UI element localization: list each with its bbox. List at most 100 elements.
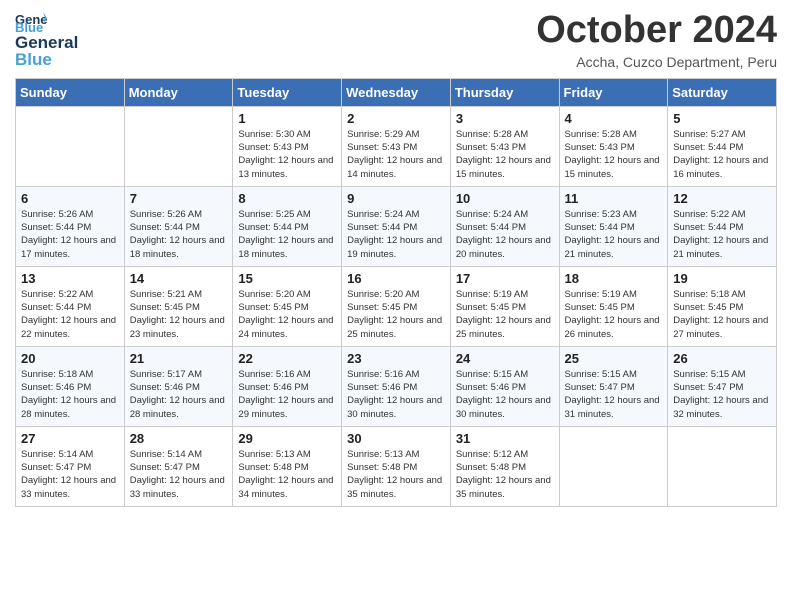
day-info: Sunrise: 5:26 AM Sunset: 5:44 PM Dayligh…: [130, 208, 228, 261]
day-info: Sunrise: 5:18 AM Sunset: 5:45 PM Dayligh…: [673, 288, 771, 341]
weekday-header-wednesday: Wednesday: [342, 78, 451, 106]
calendar-week-row: 1 Sunrise: 5:30 AM Sunset: 5:43 PM Daylig…: [16, 106, 777, 186]
day-info: Sunrise: 5:17 AM Sunset: 5:46 PM Dayligh…: [130, 368, 228, 421]
day-info: Sunrise: 5:13 AM Sunset: 5:48 PM Dayligh…: [238, 448, 336, 501]
day-info: Sunrise: 5:28 AM Sunset: 5:43 PM Dayligh…: [565, 128, 663, 181]
day-number: 7: [130, 191, 228, 206]
calendar-week-row: 13 Sunrise: 5:22 AM Sunset: 5:44 PM Dayli…: [16, 266, 777, 346]
day-info: Sunrise: 5:19 AM Sunset: 5:45 PM Dayligh…: [565, 288, 663, 341]
weekday-header-friday: Friday: [559, 78, 668, 106]
day-info: Sunrise: 5:14 AM Sunset: 5:47 PM Dayligh…: [21, 448, 119, 501]
weekday-header-thursday: Thursday: [450, 78, 559, 106]
day-number: 18: [565, 271, 663, 286]
day-number: 17: [456, 271, 554, 286]
header: General Blue General Blue October 2024 A…: [15, 10, 777, 70]
day-number: 24: [456, 351, 554, 366]
calendar-cell: 13 Sunrise: 5:22 AM Sunset: 5:44 PM Dayli…: [16, 266, 125, 346]
calendar-week-row: 20 Sunrise: 5:18 AM Sunset: 5:46 PM Dayli…: [16, 346, 777, 426]
calendar-cell: 10Sunrise: 5:24 AM Sunset: 5:44 PM Dayli…: [450, 186, 559, 266]
calendar-table: SundayMondayTuesdayWednesdayThursdayFrid…: [15, 78, 777, 507]
day-info: Sunrise: 5:18 AM Sunset: 5:46 PM Dayligh…: [21, 368, 119, 421]
calendar-cell: 12 Sunrise: 5:22 AM Sunset: 5:44 PM Dayli…: [668, 186, 777, 266]
calendar-cell: 22 Sunrise: 5:16 AM Sunset: 5:46 PM Dayli…: [233, 346, 342, 426]
day-number: 12: [673, 191, 771, 206]
day-number: 19: [673, 271, 771, 286]
day-info: Sunrise: 5:15 AM Sunset: 5:46 PM Dayligh…: [456, 368, 554, 421]
day-number: 6: [21, 191, 119, 206]
day-info: Sunrise: 5:22 AM Sunset: 5:44 PM Dayligh…: [673, 208, 771, 261]
day-info: Sunrise: 5:16 AM Sunset: 5:46 PM Dayligh…: [238, 368, 336, 421]
calendar-cell: 27 Sunrise: 5:14 AM Sunset: 5:47 PM Dayli…: [16, 426, 125, 506]
calendar-cell: 2 Sunrise: 5:29 AM Sunset: 5:43 PM Daylig…: [342, 106, 451, 186]
day-info: Sunrise: 5:14 AM Sunset: 5:47 PM Dayligh…: [130, 448, 228, 501]
calendar-cell: 30Sunrise: 5:13 AM Sunset: 5:48 PM Dayli…: [342, 426, 451, 506]
day-number: 26: [673, 351, 771, 366]
calendar-cell: 23 Sunrise: 5:16 AM Sunset: 5:46 PM Dayli…: [342, 346, 451, 426]
day-info: Sunrise: 5:26 AM Sunset: 5:44 PM Dayligh…: [21, 208, 119, 261]
page: General Blue General Blue October 2024 A…: [0, 0, 792, 612]
calendar-cell: 16Sunrise: 5:20 AM Sunset: 5:45 PM Dayli…: [342, 266, 451, 346]
day-number: 31: [456, 431, 554, 446]
calendar-cell: 24 Sunrise: 5:15 AM Sunset: 5:46 PM Dayli…: [450, 346, 559, 426]
day-number: 13: [21, 271, 119, 286]
calendar-cell: 20 Sunrise: 5:18 AM Sunset: 5:46 PM Dayli…: [16, 346, 125, 426]
day-number: 23: [347, 351, 445, 366]
calendar-cell: 3 Sunrise: 5:28 AM Sunset: 5:43 PM Daylig…: [450, 106, 559, 186]
calendar-cell: 21 Sunrise: 5:17 AM Sunset: 5:46 PM Dayli…: [124, 346, 233, 426]
day-info: Sunrise: 5:16 AM Sunset: 5:46 PM Dayligh…: [347, 368, 445, 421]
day-info: Sunrise: 5:22 AM Sunset: 5:44 PM Dayligh…: [21, 288, 119, 341]
day-info: Sunrise: 5:28 AM Sunset: 5:43 PM Dayligh…: [456, 128, 554, 181]
calendar-cell: 31 Sunrise: 5:12 AM Sunset: 5:48 PM Dayli…: [450, 426, 559, 506]
day-number: 16: [347, 271, 445, 286]
day-info: Sunrise: 5:24 AM Sunset: 5:44 PM Dayligh…: [347, 208, 445, 261]
logo-blue: Blue: [15, 51, 78, 70]
day-info: Sunrise: 5:20 AM Sunset: 5:45 PM Dayligh…: [238, 288, 336, 341]
calendar-cell: 8Sunrise: 5:25 AM Sunset: 5:44 PM Daylig…: [233, 186, 342, 266]
calendar-cell: 1 Sunrise: 5:30 AM Sunset: 5:43 PM Daylig…: [233, 106, 342, 186]
calendar-cell: [124, 106, 233, 186]
weekday-header-tuesday: Tuesday: [233, 78, 342, 106]
calendar-cell: 17 Sunrise: 5:19 AM Sunset: 5:45 PM Dayli…: [450, 266, 559, 346]
calendar-cell: 28 Sunrise: 5:14 AM Sunset: 5:47 PM Dayli…: [124, 426, 233, 506]
calendar-week-row: 6 Sunrise: 5:26 AM Sunset: 5:44 PM Daylig…: [16, 186, 777, 266]
day-number: 2: [347, 111, 445, 126]
day-number: 25: [565, 351, 663, 366]
calendar-cell: [16, 106, 125, 186]
day-info: Sunrise: 5:30 AM Sunset: 5:43 PM Dayligh…: [238, 128, 336, 181]
day-number: 27: [21, 431, 119, 446]
day-number: 21: [130, 351, 228, 366]
weekday-header-saturday: Saturday: [668, 78, 777, 106]
day-info: Sunrise: 5:27 AM Sunset: 5:44 PM Dayligh…: [673, 128, 771, 181]
day-number: 14: [130, 271, 228, 286]
svg-text:Blue: Blue: [15, 20, 43, 34]
day-number: 22: [238, 351, 336, 366]
day-info: Sunrise: 5:15 AM Sunset: 5:47 PM Dayligh…: [673, 368, 771, 421]
weekday-header-row: SundayMondayTuesdayWednesdayThursdayFrid…: [16, 78, 777, 106]
day-number: 29: [238, 431, 336, 446]
day-number: 5: [673, 111, 771, 126]
day-info: Sunrise: 5:29 AM Sunset: 5:43 PM Dayligh…: [347, 128, 445, 181]
day-info: Sunrise: 5:19 AM Sunset: 5:45 PM Dayligh…: [456, 288, 554, 341]
calendar-cell: 14Sunrise: 5:21 AM Sunset: 5:45 PM Dayli…: [124, 266, 233, 346]
day-number: 8: [238, 191, 336, 206]
calendar-cell: 5 Sunrise: 5:27 AM Sunset: 5:44 PM Daylig…: [668, 106, 777, 186]
day-number: 4: [565, 111, 663, 126]
calendar-cell: 15 Sunrise: 5:20 AM Sunset: 5:45 PM Dayli…: [233, 266, 342, 346]
title-section: October 2024 Accha, Cuzco Department, Pe…: [536, 10, 777, 70]
day-info: Sunrise: 5:24 AM Sunset: 5:44 PM Dayligh…: [456, 208, 554, 261]
day-number: 3: [456, 111, 554, 126]
logo: General Blue General Blue: [15, 10, 78, 69]
calendar-cell: 9Sunrise: 5:24 AM Sunset: 5:44 PM Daylig…: [342, 186, 451, 266]
calendar-week-row: 27 Sunrise: 5:14 AM Sunset: 5:47 PM Dayli…: [16, 426, 777, 506]
day-number: 30: [347, 431, 445, 446]
day-number: 15: [238, 271, 336, 286]
day-number: 1: [238, 111, 336, 126]
calendar-cell: 26 Sunrise: 5:15 AM Sunset: 5:47 PM Dayli…: [668, 346, 777, 426]
calendar-cell: 19 Sunrise: 5:18 AM Sunset: 5:45 PM Dayli…: [668, 266, 777, 346]
calendar-cell: 25Sunrise: 5:15 AM Sunset: 5:47 PM Dayli…: [559, 346, 668, 426]
day-number: 20: [21, 351, 119, 366]
location-subtitle: Accha, Cuzco Department, Peru: [536, 54, 777, 70]
day-info: Sunrise: 5:12 AM Sunset: 5:48 PM Dayligh…: [456, 448, 554, 501]
day-number: 28: [130, 431, 228, 446]
day-info: Sunrise: 5:23 AM Sunset: 5:44 PM Dayligh…: [565, 208, 663, 261]
